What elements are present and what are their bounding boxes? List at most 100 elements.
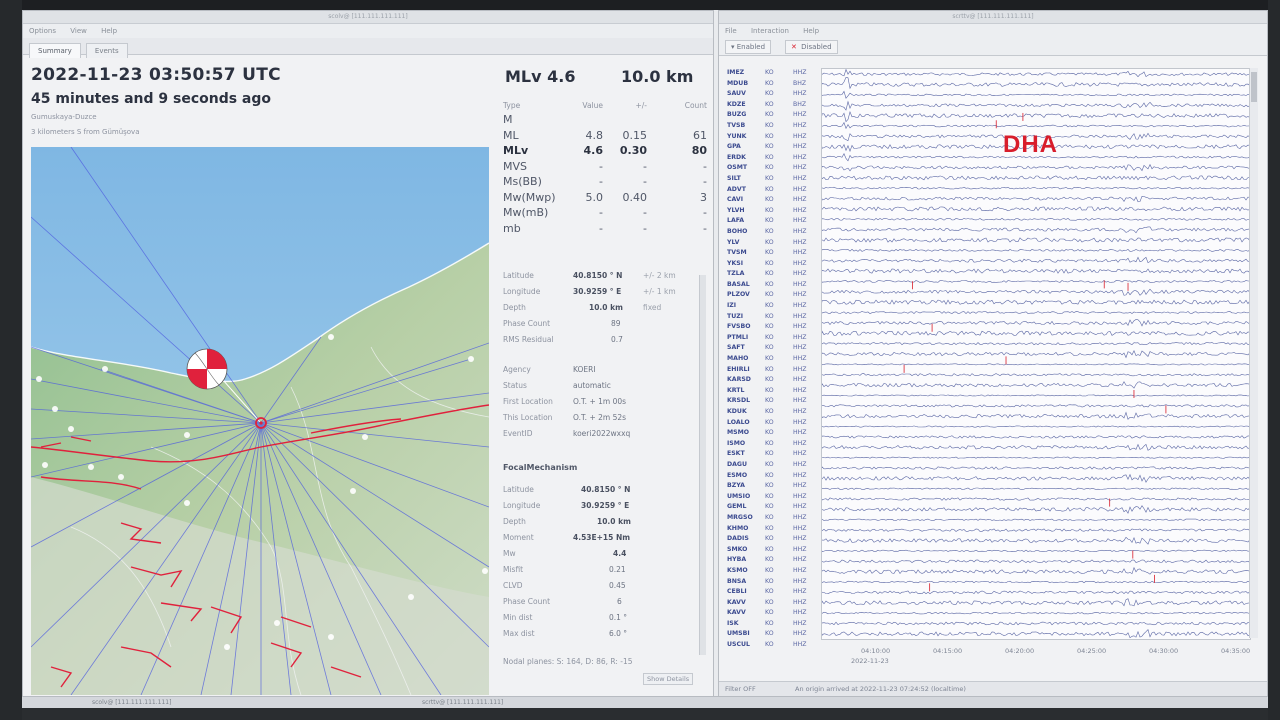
magnitude-row[interactable]: Mw(mB) - - -: [503, 206, 707, 222]
nodal-planes: Nodal planes: S: 164, D: 86, R: -15: [503, 657, 633, 666]
magnitude-row[interactable]: MVS - - -: [503, 160, 707, 176]
seismogram-trace: [822, 319, 1250, 327]
enabled-tab[interactable]: ▾ Enabled: [725, 40, 772, 54]
status-message: An origin arrived at 2022-11-23 07:24:52…: [795, 685, 966, 693]
station-row[interactable]: HYBA KO HHZ: [727, 555, 817, 566]
station-row[interactable]: ESKT KO HHZ: [727, 449, 817, 460]
seismogram-trace: [822, 256, 1250, 264]
station-row[interactable]: SAUV KO HHZ: [727, 89, 817, 100]
disabled-tab[interactable]: ✕ Disabled: [785, 40, 838, 54]
station-row[interactable]: ERDK KO HHZ: [727, 153, 817, 164]
station-row[interactable]: MAHO KO HHZ: [727, 354, 817, 365]
station-row[interactable]: BNSA KO HHZ: [727, 577, 817, 588]
seismogram-trace: [822, 175, 1250, 181]
monitor-bezel-right: [1268, 0, 1280, 720]
menu-view[interactable]: View: [70, 27, 87, 35]
station-row[interactable]: KARSD KO HHZ: [727, 375, 817, 386]
focal-min-dist: Min dist 0.1 °: [503, 613, 628, 622]
station-row[interactable]: DADIS KO HHZ: [727, 534, 817, 545]
panel-scrollbar[interactable]: [699, 275, 706, 655]
station-row[interactable]: EHIRLI KO HHZ: [727, 365, 817, 376]
station-row[interactable]: BUZG KO HHZ: [727, 110, 817, 121]
station-row[interactable]: YKSI KO HHZ: [727, 259, 817, 270]
seismogram-trace: [822, 528, 1250, 532]
station-row[interactable]: PLZOV KO HHZ: [727, 290, 817, 301]
station-row[interactable]: KRTL KO HHZ: [727, 386, 817, 397]
station-row[interactable]: TZLA KO HHZ: [727, 269, 817, 280]
station-row[interactable]: BASAL KO HHZ: [727, 280, 817, 291]
station-row[interactable]: DAGU KO HHZ: [727, 460, 817, 471]
station-row[interactable]: SMKO KO HHZ: [727, 545, 817, 556]
station-row[interactable]: ESMO KO HHZ: [727, 471, 817, 482]
magnitude-row[interactable]: Ms(BB) - - -: [503, 175, 707, 191]
station-row[interactable]: KHMO KO HHZ: [727, 524, 817, 535]
seismogram-trace: [822, 373, 1250, 377]
station-row[interactable]: GPA KO HHZ: [727, 142, 817, 153]
menu-help[interactable]: Help: [803, 27, 819, 35]
station-row[interactable]: IMEZ KO HHZ: [727, 68, 817, 79]
magnitude-row[interactable]: mb - - -: [503, 222, 707, 238]
station-row[interactable]: IZI KO HHZ: [727, 301, 817, 312]
station-row[interactable]: MSMO KO HHZ: [727, 428, 817, 439]
menu-help[interactable]: Help: [101, 27, 117, 35]
station-row[interactable]: UMSIO KO HHZ: [727, 492, 817, 503]
magnitude-row[interactable]: ML 4.8 0.15 61: [503, 129, 707, 145]
station-row[interactable]: USCUL KO HHZ: [727, 640, 817, 651]
station-row[interactable]: KDZE KO BHZ: [727, 100, 817, 111]
magnitude-row-preferred[interactable]: MLv 4.6 0.30 80: [503, 144, 707, 160]
menu-options[interactable]: Options: [29, 27, 56, 35]
origin-agency: Agency KOERI: [503, 365, 596, 374]
station-row[interactable]: FVSBO KO HHZ: [727, 322, 817, 333]
magnitude-row[interactable]: Mw(Mwp) 5.0 0.40 3: [503, 191, 707, 207]
seismogram-trace: [822, 425, 1250, 428]
station-row[interactable]: UMSBI KO HHZ: [727, 629, 817, 640]
station-row[interactable]: LOALO KO HHZ: [727, 418, 817, 429]
tab-summary[interactable]: Summary: [29, 43, 81, 58]
station-list: IMEZ KO HHZ MDUB KO BHZ SAUV KO HHZ KDZE KO BHZ BUZG…: [727, 68, 817, 651]
station-row[interactable]: BZYA KO HHZ: [727, 481, 817, 492]
epicenter-map[interactable]: [31, 147, 489, 695]
show-details-button[interactable]: Show Details: [643, 673, 694, 685]
station-row[interactable]: YLV KO HHZ: [727, 238, 817, 249]
station-row[interactable]: BOHO KO HHZ: [727, 227, 817, 238]
station-row[interactable]: GEML KO HHZ: [727, 502, 817, 513]
time-tick: 04:20:00: [1005, 647, 1035, 655]
station-row[interactable]: PTMLI KO HHZ: [727, 333, 817, 344]
station-row[interactable]: ISK KO HHZ: [727, 619, 817, 630]
station-row[interactable]: MRGSO KO HHZ: [727, 513, 817, 524]
station-row[interactable]: SAFT KO HHZ: [727, 343, 817, 354]
station-row[interactable]: MDUB KO BHZ: [727, 79, 817, 90]
station-row[interactable]: ISMO KO HHZ: [727, 439, 817, 450]
station-row[interactable]: CEBLI KO HHZ: [727, 587, 817, 598]
station-row[interactable]: LAFA KO HHZ: [727, 216, 817, 227]
station-row[interactable]: YUNK KO HHZ: [727, 132, 817, 143]
seismogram-trace: [822, 497, 1250, 501]
scrollbar-thumb[interactable]: [1251, 72, 1257, 102]
trace-toolbar: ▾ Enabled ✕ Disabled: [719, 37, 1267, 56]
station-row[interactable]: KAVV KO HHZ: [727, 608, 817, 619]
taskbar-item-scolv[interactable]: scolv@ [111.111.111.111]: [92, 697, 171, 708]
menu-file[interactable]: File: [725, 27, 737, 35]
station-row[interactable]: ADVT KO HHZ: [727, 185, 817, 196]
seismogram-trace: [822, 90, 1250, 99]
trace-scrollbar[interactable]: [1249, 68, 1258, 638]
station-row[interactable]: KSMO KO HHZ: [727, 566, 817, 577]
station-row[interactable]: TVSB KO HHZ: [727, 121, 817, 132]
station-row[interactable]: YLVH KO HHZ: [727, 206, 817, 217]
window-title: scolv@ [111.111.111.111]: [23, 11, 713, 24]
magnitude-row[interactable]: M: [503, 113, 707, 129]
seismogram-trace: [822, 349, 1250, 359]
station-row[interactable]: KDUK KO HHZ: [727, 407, 817, 418]
seismogram-trace: [822, 435, 1250, 439]
tab-events[interactable]: Events: [85, 43, 128, 58]
station-row[interactable]: TUZI KO HHZ: [727, 312, 817, 323]
station-row[interactable]: KRSDL KO HHZ: [727, 396, 817, 407]
station-row[interactable]: KAVV KO HHZ: [727, 598, 817, 609]
station-row[interactable]: SILT KO HHZ: [727, 174, 817, 185]
seismogram-trace: [822, 411, 1250, 420]
station-row[interactable]: CAVI KO HHZ: [727, 195, 817, 206]
station-row[interactable]: OSMT KO HHZ: [727, 163, 817, 174]
menu-interaction[interactable]: Interaction: [751, 27, 789, 35]
taskbar-item-scrttv[interactable]: scrttv@ [111.111.111.111]: [422, 697, 503, 708]
station-row[interactable]: TVSM KO HHZ: [727, 248, 817, 259]
